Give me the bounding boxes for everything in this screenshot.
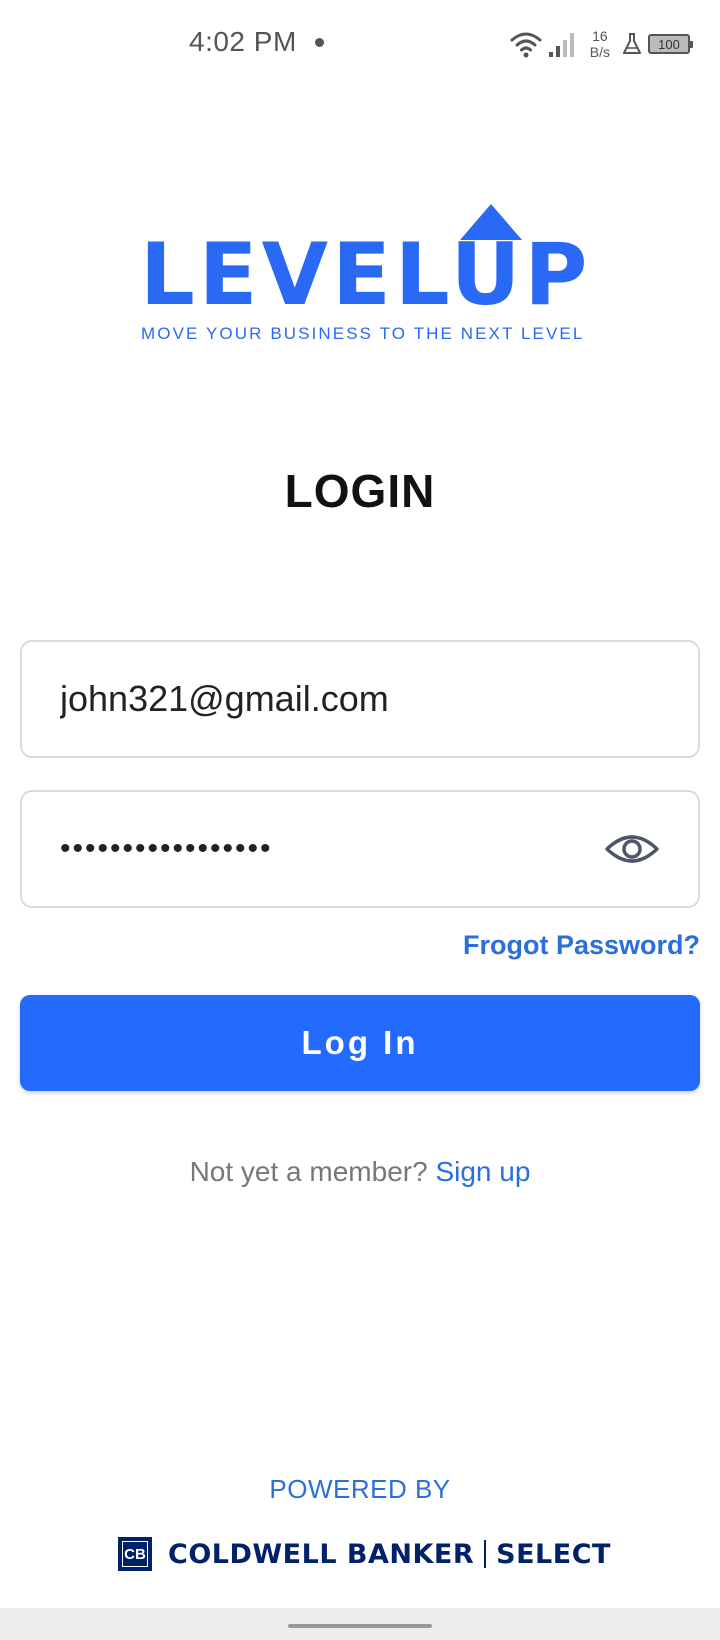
battery-icon: 100 [648,34,693,54]
password-field[interactable] [60,832,604,866]
email-field-container [20,640,700,758]
brand-name: COLDWELL BANKER [168,1538,475,1570]
eye-icon[interactable] [604,831,660,867]
page-title: LOGIN [284,465,436,517]
status-bar: 4:02 PM 16 B/s 100 [0,0,720,88]
cb-mark-icon: CB [118,1537,152,1571]
signup-prompt: Not yet a member? [189,1156,428,1187]
brand-divider [484,1540,487,1568]
signal-icon [548,33,574,57]
up-arrow-icon [460,204,522,240]
coldwell-banker-logo: CB COLDWELL BANKER SELECT [118,1536,611,1572]
logo-wordmark: LEVELUP [140,225,592,325]
gesture-nav-bar [0,1608,720,1640]
brand-suffix: SELECT [496,1538,611,1570]
forgot-password-link[interactable]: Frogot Password? [463,930,700,961]
logo-tagline: MOVE YOUR BUSINESS TO THE NEXT LEVEL [141,324,585,343]
password-field-container [20,790,700,908]
net-speed: 16 B/s [590,28,610,60]
signup-row: Not yet a member? Sign up [0,1156,720,1188]
levelup-logo: LEVELUP MOVE YOUR BUSINESS TO THE NEXT L… [140,204,587,343]
net-speed-unit: B/s [589,44,610,60]
powered-by-label: POWERED BY [269,1474,451,1504]
home-handle[interactable] [288,1624,432,1628]
signup-link[interactable]: Sign up [435,1156,530,1187]
status-time: 4:02 PM [189,26,297,57]
net-speed-value: 16 [592,28,608,44]
notification-dot-icon [315,38,324,47]
battery-level: 100 [658,36,680,52]
login-button[interactable]: Log In [20,995,700,1091]
email-field[interactable] [60,678,660,720]
flask-icon [623,33,641,54]
wifi-icon [510,32,542,58]
status-icons: 16 B/s 100 [510,24,693,64]
